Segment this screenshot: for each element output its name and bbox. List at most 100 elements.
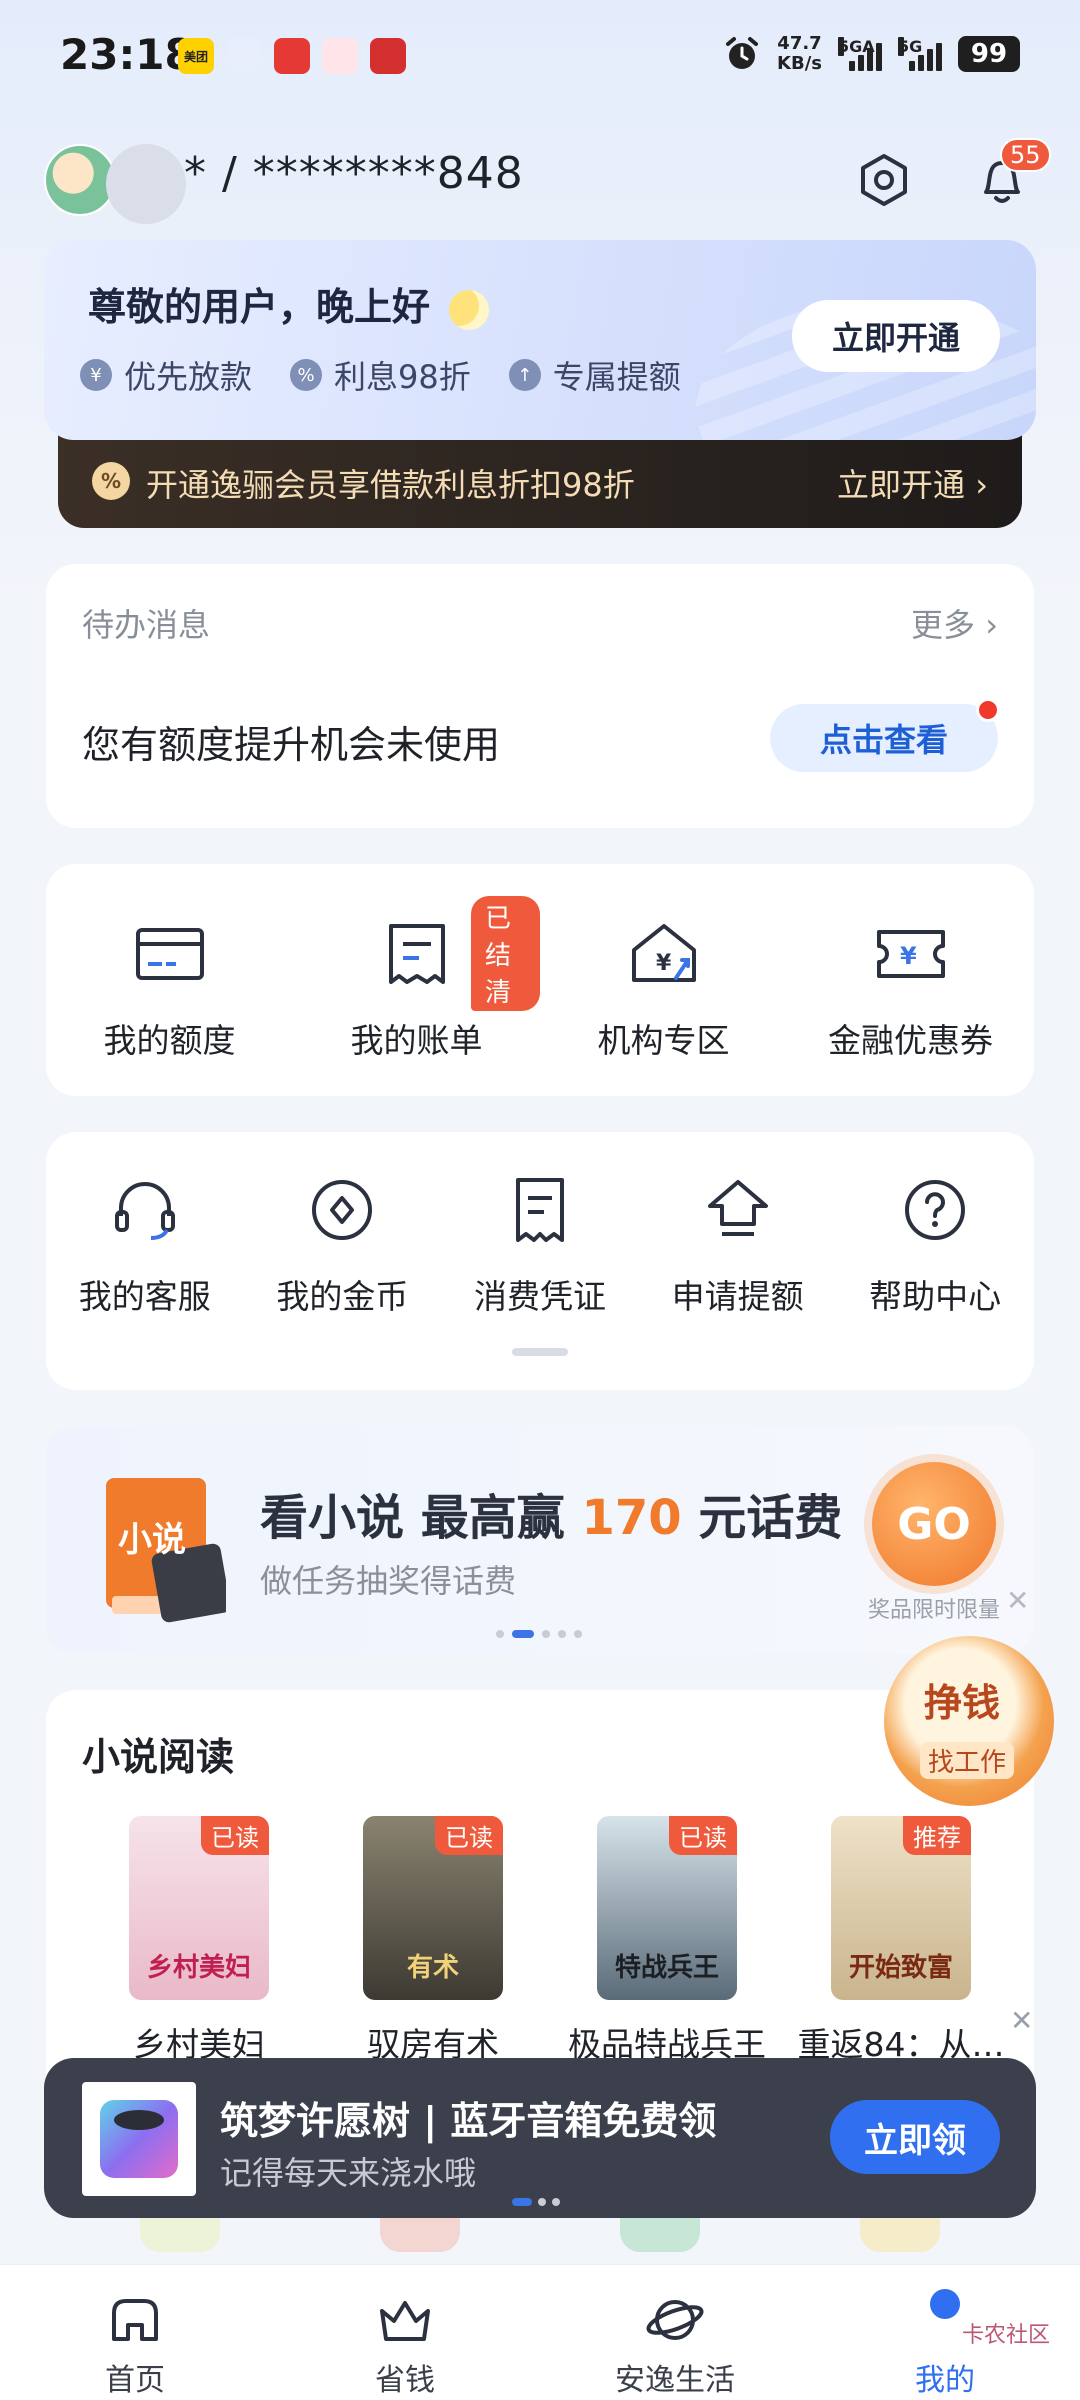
app3-app-icon [274, 38, 310, 74]
service-customer-support[interactable]: 我的客服 [46, 1132, 244, 1390]
coin-icon [312, 1180, 373, 1240]
popup-subtitle: 记得每天来浇水哦 [220, 2154, 477, 2192]
open-membership-button[interactable]: 立即开通 [792, 300, 1000, 372]
novel-cover[interactable]: 已读 特战兵王 [597, 1816, 737, 2000]
novel-item[interactable]: 已读 特战兵王 极品特战兵王 [550, 1816, 784, 2066]
popup-page-dots [512, 2198, 560, 2206]
unread-dot [976, 698, 1000, 722]
nav-label: 省钱 [375, 2363, 435, 2398]
banner-title-prefix: 看小说 最高赢 [260, 1490, 565, 1546]
speaker-icon [100, 2100, 178, 2178]
read-status-tag: 已读 [669, 1816, 737, 1855]
banner-page-dots [496, 1630, 582, 1638]
card-icon [135, 928, 204, 980]
app4-app-icon [322, 38, 358, 74]
book-label: 小说 [118, 1520, 186, 1560]
institution-icon: ¥ [631, 924, 696, 982]
signal-5ga-label: 5GA [838, 37, 875, 56]
promo-popup[interactable]: 筑梦许愿树 | 蓝牙音箱免费领 记得每天来浇水哦 立即领 [44, 2058, 1036, 2218]
yuan-icon: ¥ [80, 359, 112, 391]
settled-tag: 已结清 [471, 896, 540, 1011]
perk-label: 优先放款 [124, 358, 253, 396]
service-label: 我的额度 [103, 1021, 236, 1060]
todo-message: 您有额度提升机会未使用 [82, 723, 501, 767]
member-promo-link[interactable]: 立即开通 › [837, 460, 988, 506]
profile-icon [930, 2289, 960, 2319]
greeting: 尊敬的用户，晚上好 [88, 276, 490, 331]
read-status-tag: 推荐 [903, 1816, 971, 1855]
novel-cover[interactable]: 已读有术 [363, 1816, 503, 2000]
novel-promo-banner[interactable]: 小说 看小说 最高赢 170 元话费 做任务抽奖得话费 GO 奖品限时限量 ✕ [46, 1426, 1034, 1654]
meituan-app-icon: 美团 [178, 38, 214, 74]
headset-icon [114, 1182, 175, 1240]
service-coupon[interactable]: ¥ 金融优惠券 [787, 864, 1034, 1096]
close-icon[interactable]: ✕ [1010, 2004, 1033, 2037]
novel-cover[interactable]: 已读乡村美妇 [129, 1816, 269, 2000]
read-status-tag: 已读 [435, 1816, 503, 1855]
perk-item: ¥ 优先放款 [80, 352, 252, 398]
member-perks: ¥ 优先放款 % 利息98折 ↑ 专属提额 [80, 352, 681, 398]
crown-icon [380, 2301, 430, 2341]
cover-title: 乡村美妇 [146, 1953, 251, 1983]
novel-item[interactable]: 推荐 开始致富 重返84：从… [784, 1816, 1018, 2066]
moon-icon [449, 289, 490, 330]
member-promo-strip[interactable]: % 开通逸骊会员享借款利息折扣98折 立即开通 › [58, 430, 1022, 528]
help-icon [905, 1180, 966, 1240]
earn-money-float-button[interactable]: 挣钱 找工作 [884, 1636, 1054, 1806]
service-label: 我的金币 [276, 1277, 409, 1316]
todo-card: 待办消息 更多 › 您有额度提升机会未使用 点击查看 [46, 564, 1034, 828]
alarm-icon [726, 37, 759, 69]
service-raise-limit[interactable]: 申请提额 [639, 1132, 837, 1390]
banner-subtitle: 做任务抽奖得话费 [260, 1562, 517, 1600]
limited-note: 奖品限时限量 [868, 1598, 1001, 1623]
cover-title: 有术 [406, 1953, 459, 1983]
bill-icon [388, 924, 445, 984]
popup-title: 筑梦许愿树 | 蓝牙音箱免费领 [220, 2099, 717, 2143]
member-card: 尊敬的用户，晚上好 ¥ 优先放款 % 利息98折 ↑ 专属提额 立即开通 [44, 240, 1036, 440]
net-speed-value: 47.7 [777, 33, 822, 54]
nav-label: 首页 [105, 2363, 165, 2398]
nav-mine[interactable]: 我的 卡农社区 [810, 2265, 1080, 2400]
service-label: 申请提额 [671, 1277, 804, 1316]
service-label: 我的客服 [78, 1277, 211, 1316]
status-app-icons: 美团 [178, 38, 406, 74]
service-my-coins[interactable]: 我的金币 [244, 1132, 442, 1390]
nav-save-money[interactable]: 省钱 [270, 2265, 540, 2400]
secondary-services: 我的客服 我的金币 消费凭证 申请提额 帮助中心 [46, 1132, 1034, 1390]
banner-title: 看小说 最高赢 170 元话费 [260, 1478, 842, 1548]
novel-cover[interactable]: 推荐 开始致富 [831, 1816, 971, 2000]
svg-text:¥: ¥ [656, 951, 672, 976]
novel-list: 已读 乡村美妇 乡村美妇 已读 有术 驭房有术 已读 特战兵王 极品特战兵王 推荐 开始致富 重返84… [82, 1816, 1022, 2066]
go-button[interactable]: GO [872, 1462, 996, 1586]
nav-home[interactable]: 首页 [0, 2265, 270, 2400]
perk-label: 利息98折 [334, 358, 471, 396]
view-button[interactable]: 点击查看 [770, 704, 998, 772]
account-name[interactable]: * / ********848 [184, 148, 524, 199]
read-status-tag: 已读 [201, 1816, 269, 1855]
claim-button[interactable]: 立即领 [830, 2100, 1000, 2174]
app2-app-icon [226, 38, 262, 74]
close-icon[interactable]: ✕ [1006, 1584, 1029, 1617]
settings-icon[interactable] [854, 150, 914, 210]
grid-page-indicator [512, 1348, 568, 1356]
novel-item[interactable]: 已读乡村美妇 乡村美妇 [82, 1816, 316, 2066]
receipt-icon [515, 1178, 564, 1242]
service-institution[interactable]: ¥ 机构专区 [540, 864, 787, 1096]
nav-easy-life[interactable]: 安逸生活 [540, 2265, 810, 2400]
perk-item: % 利息98折 [290, 352, 471, 398]
percent-icon: % [290, 359, 323, 391]
service-credit-limit[interactable]: 我的额度 [46, 864, 293, 1096]
notification-badge: 55 [1000, 138, 1051, 172]
service-label: 我的账单 [350, 1021, 483, 1060]
novel-item[interactable]: 已读 有术 驭房有术 [316, 1816, 550, 2066]
service-help-center[interactable]: 帮助中心 [836, 1132, 1034, 1390]
signal-5ga-icon: 5GA [838, 37, 882, 71]
speaker-image [82, 2082, 196, 2196]
svg-text:¥: ¥ [900, 942, 917, 970]
net-speed: 47.7 KB/s [777, 34, 822, 74]
todo-more-link[interactable]: 更多 › [911, 600, 998, 646]
app5-app-icon [370, 38, 406, 74]
find-job-label: 找工作 [920, 1742, 1015, 1779]
status-right: 47.7 KB/s 5GA 5G 99 [723, 34, 1020, 74]
service-my-bill[interactable]: 我的账单 已结清 [293, 864, 540, 1096]
